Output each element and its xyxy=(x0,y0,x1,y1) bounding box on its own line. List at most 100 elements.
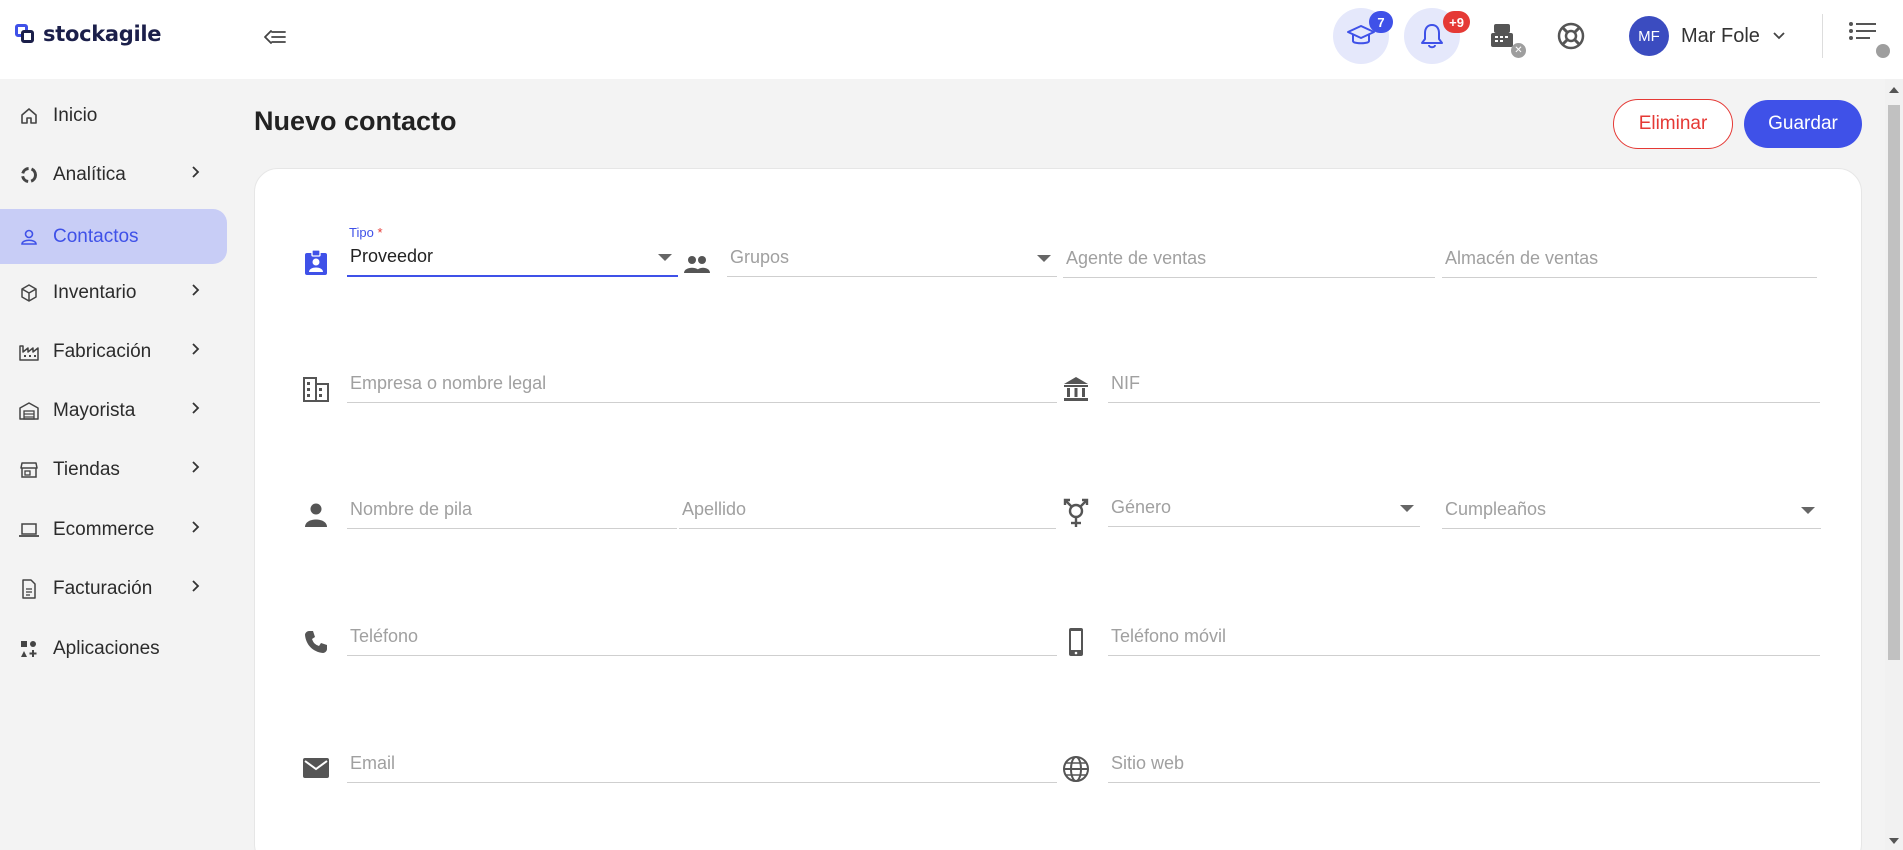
vertical-scrollbar[interactable] xyxy=(1885,79,1903,850)
person-icon xyxy=(301,500,331,530)
apps-icon xyxy=(18,638,40,660)
sidebar-item-label: Tiendas xyxy=(53,458,120,480)
sidebar-item-mayorista[interactable]: Mayorista xyxy=(0,383,227,438)
chevron-right-icon xyxy=(192,402,200,414)
empresa-placeholder: Empresa o nombre legal xyxy=(350,373,547,393)
mobile-phone-icon xyxy=(1061,627,1091,657)
sidebar: Inicio Analítica Contactos Inventario Fa… xyxy=(0,79,236,850)
chevron-right-icon xyxy=(192,343,200,355)
chevron-right-icon xyxy=(192,521,200,533)
birthday-select[interactable]: Cumpleaños xyxy=(1442,493,1821,529)
lifebuoy-icon xyxy=(1557,22,1585,50)
notifications-button[interactable]: +9 xyxy=(1404,8,1470,64)
collapse-sidebar-button[interactable] xyxy=(260,22,290,52)
help-button[interactable] xyxy=(1543,8,1599,64)
last-name-field[interactable]: Apellido xyxy=(679,493,1056,529)
group-icon xyxy=(682,249,712,279)
grupos-select[interactable]: Grupos xyxy=(727,241,1057,277)
globe-icon xyxy=(1061,754,1091,784)
sales-warehouse-field[interactable]: Almacén de ventas xyxy=(1442,242,1817,278)
top-bar: stockagile 7 +9 ✕ MF Mar Fole xyxy=(0,0,1903,79)
gender-icon xyxy=(1061,498,1091,528)
mobile-phone-field[interactable]: Teléfono móvil xyxy=(1108,620,1820,656)
logo-mark-icon xyxy=(14,23,36,45)
sidebar-item-label: Analítica xyxy=(53,163,126,185)
nombre-placeholder: Nombre de pila xyxy=(350,499,473,519)
nif-field[interactable]: NIF xyxy=(1108,367,1820,403)
disconnected-status-icon: ✕ xyxy=(1511,43,1526,58)
scroll-up-arrow-icon[interactable] xyxy=(1889,87,1899,93)
avatar: MF xyxy=(1629,16,1669,56)
genero-placeholder: Género xyxy=(1111,497,1172,517)
sidebar-item-analitica[interactable]: Analítica xyxy=(0,147,227,202)
grupos-placeholder: Grupos xyxy=(730,247,790,267)
scrollbar-thumb[interactable] xyxy=(1888,105,1900,660)
contact-form-card: Tipo * Proveedor Grupos Agente de ventas… xyxy=(254,168,1862,850)
nif-placeholder: NIF xyxy=(1111,373,1140,393)
contact-type-icon xyxy=(301,248,331,278)
sidebar-item-label: Inicio xyxy=(53,104,98,126)
sidebar-item-label: Contactos xyxy=(53,225,139,247)
laptop-icon xyxy=(18,519,40,541)
apellido-placeholder: Apellido xyxy=(682,499,747,519)
sidebar-item-inventario[interactable]: Inventario xyxy=(0,265,227,320)
user-name: Mar Fole xyxy=(1681,24,1760,47)
first-name-field[interactable]: Nombre de pila xyxy=(347,493,677,529)
agente-placeholder: Agente de ventas xyxy=(1066,248,1207,268)
caret-down-icon xyxy=(658,254,672,261)
sidebar-item-label: Inventario xyxy=(53,281,137,303)
divider xyxy=(1822,14,1823,58)
phone-field[interactable]: Teléfono xyxy=(347,620,1057,656)
chevron-right-icon xyxy=(192,166,200,178)
bank-icon xyxy=(1061,374,1091,404)
academy-badge: 7 xyxy=(1369,11,1393,33)
tipo-select[interactable]: Tipo * Proveedor xyxy=(347,225,678,277)
user-menu[interactable]: MF Mar Fole xyxy=(1629,16,1786,56)
document-icon xyxy=(18,578,40,600)
web-placeholder: Sitio web xyxy=(1111,753,1185,773)
email-placeholder: Email xyxy=(350,753,396,773)
website-field[interactable]: Sitio web xyxy=(1108,747,1820,783)
email-icon xyxy=(301,753,331,783)
chevron-right-icon xyxy=(192,284,200,296)
telefono-placeholder: Teléfono xyxy=(350,626,419,646)
save-button[interactable]: Guardar xyxy=(1744,100,1862,148)
status-dot xyxy=(1876,44,1890,58)
person-icon xyxy=(18,226,40,248)
caret-down-icon xyxy=(1037,255,1051,262)
tipo-label: Tipo * xyxy=(349,225,383,240)
cash-register-button[interactable]: ✕ xyxy=(1474,8,1530,64)
gender-select[interactable]: Género xyxy=(1108,491,1420,527)
company-name-field[interactable]: Empresa o nombre legal xyxy=(347,367,1057,403)
sidebar-item-label: Aplicaciones xyxy=(53,637,160,659)
sidebar-item-fabricacion[interactable]: Fabricación xyxy=(0,324,227,379)
sidebar-item-label: Facturación xyxy=(53,577,153,599)
warehouse-icon xyxy=(18,400,40,422)
task-list-button[interactable] xyxy=(1848,20,1890,58)
caret-down-icon xyxy=(1400,505,1414,512)
building-icon xyxy=(301,374,331,404)
delete-button[interactable]: Eliminar xyxy=(1613,99,1733,149)
home-icon xyxy=(18,105,40,127)
scroll-down-arrow-icon[interactable] xyxy=(1889,838,1899,844)
sidebar-item-ecommerce[interactable]: Ecommerce xyxy=(0,502,227,557)
almacen-placeholder: Almacén de ventas xyxy=(1445,248,1599,268)
sidebar-item-tiendas[interactable]: Tiendas xyxy=(0,442,227,497)
phone-icon xyxy=(301,627,331,657)
notifications-badge: +9 xyxy=(1443,11,1470,33)
chevron-right-icon xyxy=(192,461,200,473)
movil-placeholder: Teléfono móvil xyxy=(1111,626,1227,646)
email-field[interactable]: Email xyxy=(347,747,1057,783)
sidebar-item-inicio[interactable]: Inicio xyxy=(0,88,227,143)
bell-icon xyxy=(1421,24,1443,49)
sidebar-item-label: Fabricación xyxy=(53,340,152,362)
sidebar-item-label: Ecommerce xyxy=(53,518,155,540)
sidebar-item-contactos[interactable]: Contactos xyxy=(0,209,227,264)
sidebar-item-facturacion[interactable]: Facturación xyxy=(0,561,227,616)
collapse-menu-icon xyxy=(264,30,286,44)
sales-agent-field[interactable]: Agente de ventas xyxy=(1063,242,1435,278)
logo[interactable]: stockagile xyxy=(14,22,162,46)
sidebar-item-aplicaciones[interactable]: Aplicaciones xyxy=(0,621,227,676)
academy-button[interactable]: 7 xyxy=(1333,8,1393,64)
logo-text: stockagile xyxy=(43,22,162,46)
